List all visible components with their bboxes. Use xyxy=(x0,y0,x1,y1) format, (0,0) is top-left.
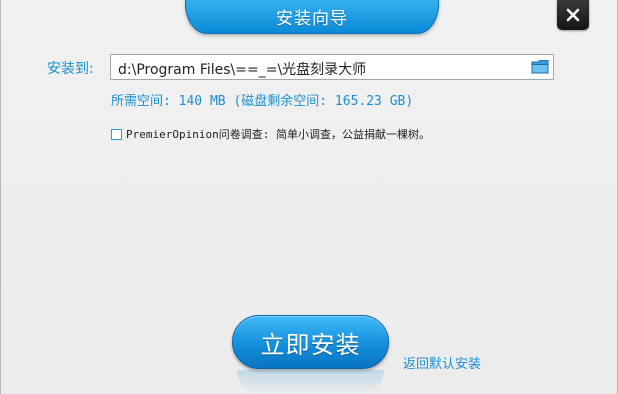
survey-label: PremierOpinion问卷调查: 简单小调查，公益捐献一棵树。 xyxy=(126,128,430,141)
install-path-value: d:\Program Files\==_=\光盘刻录大师 xyxy=(118,62,367,78)
survey-option[interactable]: PremierOpinion问卷调查: 简单小调查，公益捐献一棵树。 xyxy=(111,127,430,141)
close-icon xyxy=(566,8,580,22)
button-reflection xyxy=(237,370,384,394)
install-path-label: 安装到: xyxy=(47,61,94,77)
title-bar: 安装向导 xyxy=(185,0,439,34)
installer-window: 安装向导 安装到: d:\Program Files\==_=\光盘刻录大师 所… xyxy=(0,0,618,394)
restore-default-link[interactable]: 返回默认安装 xyxy=(403,353,481,372)
disk-space-info: 所需空间: 140 MB (磁盘剩余空间: 165.23 GB) xyxy=(111,94,414,109)
survey-checkbox[interactable] xyxy=(111,128,122,140)
install-now-label: 立即安装 xyxy=(260,330,361,359)
window-title: 安装向导 xyxy=(276,9,348,29)
install-path-input[interactable]: d:\Program Files\==_=\光盘刻录大师 xyxy=(110,54,554,80)
install-now-button[interactable]: 立即安装 xyxy=(232,315,389,369)
folder-icon[interactable] xyxy=(531,59,549,74)
close-button[interactable] xyxy=(557,0,589,30)
